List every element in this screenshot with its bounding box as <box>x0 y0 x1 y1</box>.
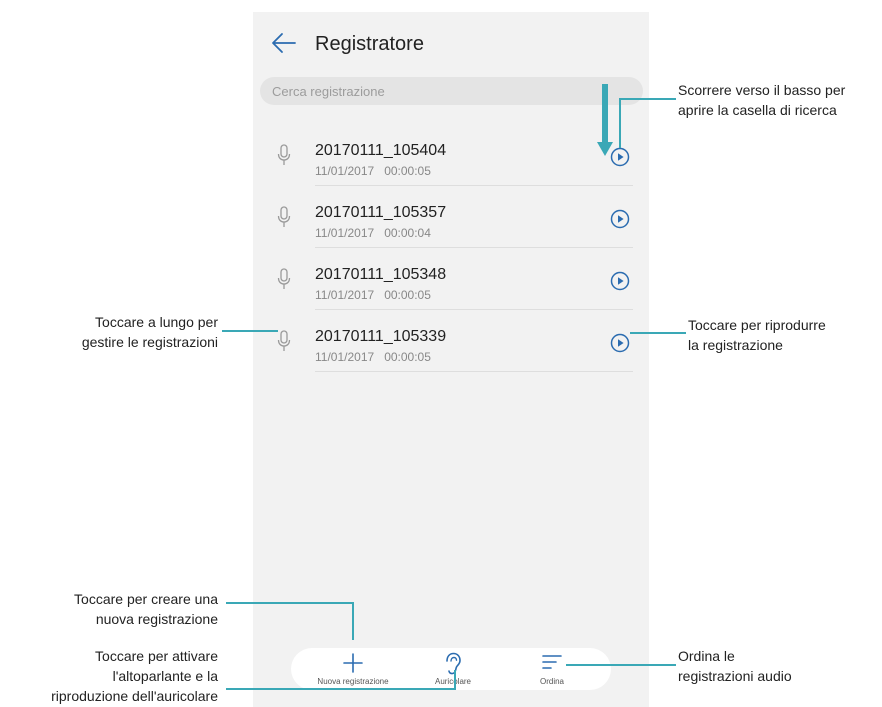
page-title: Registratore <box>315 33 424 55</box>
recording-item[interactable]: 20170111_105404 11/01/2017 00:00:05 <box>253 124 649 186</box>
new-recording-label: Nuova registrazione <box>317 677 389 686</box>
play-icon[interactable] <box>610 209 630 229</box>
annotation-earpiece: Toccare per attivare l'altoparlante e la… <box>51 648 218 704</box>
callout-line <box>352 602 354 640</box>
recording-meta: 11/01/2017 00:00:04 <box>315 226 431 240</box>
recording-name: 20170111_105348 <box>315 266 447 283</box>
play-icon[interactable] <box>610 271 630 291</box>
callout-line <box>619 98 621 148</box>
recording-date: 11/01/2017 <box>315 226 375 240</box>
microphone-icon <box>277 144 291 166</box>
divider <box>315 371 633 372</box>
new-recording-button[interactable]: Nuova registrazione <box>301 648 405 690</box>
callout-line <box>226 688 456 690</box>
search-input[interactable] <box>260 77 632 105</box>
annotation-sort: Ordina le registrazioni audio <box>678 648 792 684</box>
recording-item[interactable]: 20170111_105357 11/01/2017 00:00:04 <box>253 186 649 248</box>
recording-duration: 00:00:05 <box>384 350 431 364</box>
plus-icon <box>342 652 364 679</box>
recording-name: 20170111_105357 <box>315 204 447 221</box>
sort-icon <box>541 652 563 677</box>
annotation-play: Toccare per riprodurre la registrazione <box>688 317 826 353</box>
earpiece-label: Auricolare <box>434 677 471 686</box>
annotation-new: Toccare per creare una nuova registrazio… <box>74 591 218 627</box>
search-box[interactable] <box>260 77 643 105</box>
play-icon[interactable] <box>610 147 630 167</box>
callout-line <box>566 664 676 666</box>
recording-name: 20170111_105339 <box>315 328 447 345</box>
earpiece-button[interactable]: Auricolare <box>421 648 485 690</box>
microphone-icon <box>277 268 291 290</box>
swipe-down-arrow-icon <box>597 84 613 158</box>
callout-line <box>620 98 676 100</box>
recording-item[interactable]: 20170111_105348 11/01/2017 00:00:05 <box>253 248 649 310</box>
play-icon[interactable] <box>610 333 630 353</box>
callout-line <box>630 332 686 334</box>
annotation-swipe: Scorrere verso il basso per aprire la ca… <box>678 82 846 118</box>
recording-meta: 11/01/2017 00:00:05 <box>315 164 431 178</box>
sort-label: Ordina <box>539 677 564 686</box>
app-bar: Registratore <box>253 12 649 74</box>
recording-meta: 11/01/2017 00:00:05 <box>315 288 431 302</box>
recording-date: 11/01/2017 <box>315 164 375 178</box>
recording-name: 20170111_105404 <box>315 142 447 159</box>
recording-date: 11/01/2017 <box>315 288 375 302</box>
microphone-icon <box>277 206 291 228</box>
recording-duration: 00:00:05 <box>384 288 431 302</box>
callout-line <box>222 330 278 332</box>
bottom-toolbar: Nuova registrazione Auricolare Ordina <box>291 648 611 690</box>
recording-item[interactable]: 20170111_105339 11/01/2017 00:00:05 <box>253 310 649 372</box>
recording-duration: 00:00:05 <box>384 164 431 178</box>
microphone-icon <box>277 330 291 352</box>
callout-line <box>226 602 354 604</box>
annotation-long-press: Toccare a lungo per gestire le registraz… <box>81 314 218 350</box>
recording-duration: 00:00:04 <box>384 226 431 240</box>
back-arrow-icon[interactable] <box>271 32 297 54</box>
recording-meta: 11/01/2017 00:00:05 <box>315 350 431 364</box>
callout-line <box>454 670 456 690</box>
sort-button[interactable]: Ordina <box>517 648 587 690</box>
recording-date: 11/01/2017 <box>315 350 375 364</box>
